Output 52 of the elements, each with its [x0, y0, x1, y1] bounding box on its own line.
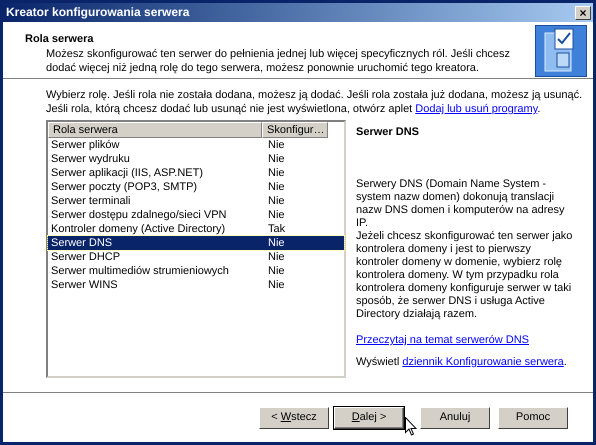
list-cell-text: Nie [267, 166, 285, 180]
list-cell-text: Nie [267, 152, 285, 166]
list-cell-text: Serwer terminali [50, 194, 132, 208]
list-cell-text: Serwer plików [50, 138, 120, 152]
wizard-button[interactable]: Pomoc [498, 406, 568, 428]
list-cell-text: Tak [267, 222, 286, 236]
list-cell-text: Nie [267, 250, 285, 264]
list-cell-text: Nie [267, 236, 285, 250]
list-cell-text: Kontroler domeny (Active Directory) [50, 222, 226, 236]
list-cell-text: Nie [267, 278, 285, 292]
wizard-button[interactable]: Dalej > [334, 406, 404, 428]
read-more-link[interactable]: Przeczytaj na temat serwerów DNS [356, 334, 529, 347]
list-row[interactable]: Serwer WINS Nie [48, 278, 344, 292]
list-row[interactable]: Serwer multimediów strumieniowych Nie [48, 264, 344, 278]
list-cell-text: Nie [267, 264, 285, 278]
list-row[interactable]: Serwer poczty (POP3, SMTP) Nie [48, 180, 344, 194]
list-cell-text: Serwer multimediów strumieniowych [50, 264, 230, 278]
list-cell-text: Serwer aplikacji (IIS, ASP.NET) [50, 166, 204, 180]
list-row[interactable]: Serwer plików Nie [48, 138, 344, 152]
details-description: Serwery DNS (Domain Name System - system nazw domen) dokonują translacji nazw DNS domen i komputerów na adresy IP. Jeżeli chcesz skonfigurować ten serwer jako kontrolera domeny i jest to pierwszy kontroler domeny w domenie, wybierz rolę kontrolera domeny. W tym przypadku rola kontrolera domeny konfiguruje serwer w taki sposób, że serwer DNS i usługa Active Directory działają razem. [356, 178, 573, 321]
wizard-button[interactable]: < Wstecz [259, 406, 329, 428]
list-row[interactable]: Serwer aplikacji (IIS, ASP.NET) Nie [48, 166, 344, 180]
close-button[interactable]: × [575, 6, 591, 20]
list-cell-text: Nie [267, 208, 285, 222]
log-text: Wyświetl dziennik Konfigurowanie serwera. [356, 356, 568, 369]
list-cell-text: Serwer wydruku [50, 152, 131, 166]
cursor-icon [405, 417, 417, 436]
list-cell-text: Nie [267, 194, 285, 208]
link[interactable]: Dodaj lub usuń programy [415, 103, 538, 115]
list-cell-text: Serwer DNS [50, 236, 114, 250]
list-cell-text: Serwer WINS [50, 278, 119, 292]
list-cell-text: Serwer DHCP [50, 250, 122, 264]
server-checklist-icon [535, 25, 587, 77]
column-header[interactable]: Skonfigur… [262, 122, 328, 138]
list-row[interactable]: Serwer wydruku Nie [48, 152, 344, 166]
page-subtitle: Możesz skonfigurować ten serwer do pełnienia jednej lub więcej specyficznych ról. Jeśli chcesz dodać więcej niż jedną rolę do tego serwera, możesz ponownie uruchomić tego kreatora. [45, 47, 512, 75]
column-header[interactable]: Rola serwera [48, 122, 262, 138]
list-cell-text: Nie [267, 180, 285, 194]
list-cell-text: Serwer dostępu zdalnego/sieci VPN [50, 208, 228, 222]
link[interactable]: dziennik Konfigurowanie serwera [402, 356, 564, 368]
list-cell-text: Serwer poczty (POP3, SMTP) [50, 180, 198, 194]
list-row[interactable]: Kontroler domeny (Active Directory) Tak [48, 222, 344, 236]
wizard-button[interactable]: Anuluj [420, 406, 490, 428]
list-row[interactable]: Serwer DHCP Nie [48, 250, 344, 264]
list-row[interactable]: Serwer DNS Nie [48, 236, 344, 250]
list-cell-text: Nie [267, 138, 285, 152]
list-row[interactable]: Serwer terminali Nie [48, 194, 344, 208]
page-title: Rola serwera [25, 33, 94, 46]
list-row[interactable]: Serwer dostępu zdalnego/sieci VPN Nie [48, 208, 344, 222]
window-title: Kreator konfigurowania serwera [5, 6, 190, 19]
instructions-text: Wybierz rolę. Jeśli rola nie została dodana, możesz ją dodać. Jeśli rola została już dodana, możesz ją usunąć. Jeśli rola, którą chcesz dodać lub usunąć nie jest wyświetlona, otwórz aplet Dodaj lub usuń programy. [46, 88, 584, 116]
details-title: Serwer DNS [356, 126, 420, 139]
